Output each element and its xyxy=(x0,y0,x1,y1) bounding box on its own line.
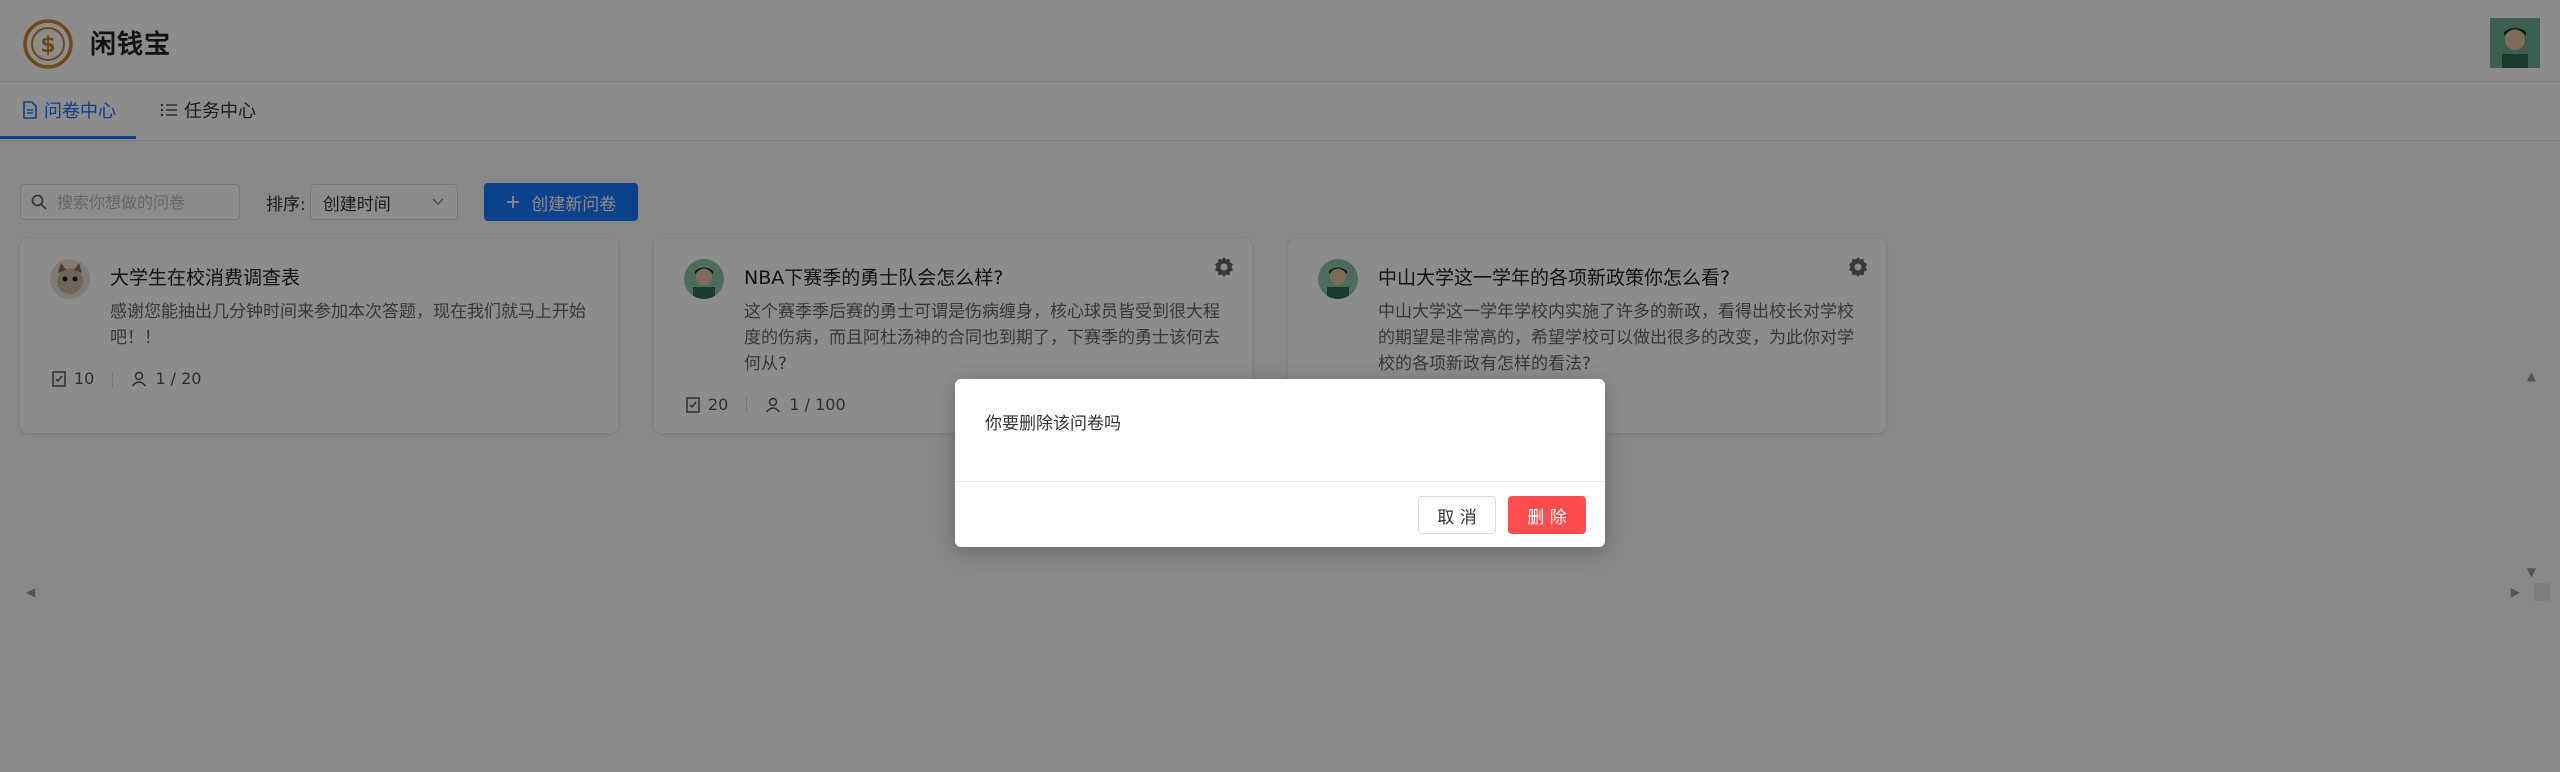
dialog-message: 你要删除该问卷吗 xyxy=(985,414,1121,434)
delete-button[interactable]: 删 除 xyxy=(1508,496,1586,534)
delete-confirm-dialog: 你要删除该问卷吗 取 消 删 除 xyxy=(955,379,1605,547)
dialog-divider xyxy=(955,481,1605,482)
cancel-button[interactable]: 取 消 xyxy=(1418,496,1496,534)
